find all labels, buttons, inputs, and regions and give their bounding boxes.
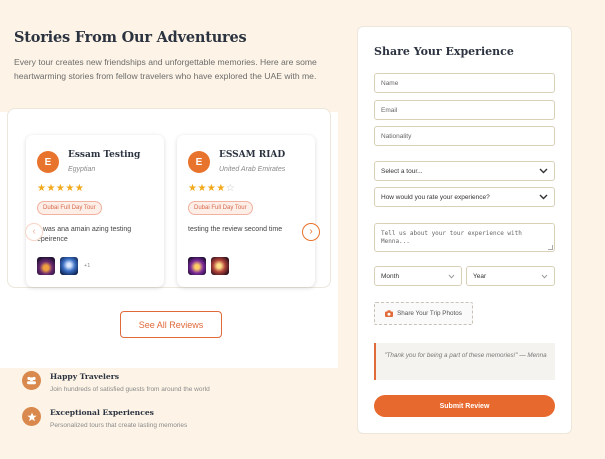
- group-icon: [22, 371, 41, 390]
- avatar: E: [37, 151, 59, 173]
- empty-star-icon: ☆: [225, 183, 236, 194]
- review-photo-thumbnail[interactable]: [211, 257, 229, 275]
- review-form: Share Your Experience Name Email Nationa…: [357, 26, 572, 434]
- review-text: It was ana amain azing testing epeirence: [37, 226, 132, 243]
- chevron-right-icon: ›: [309, 226, 313, 237]
- email-field[interactable]: Email: [374, 100, 555, 120]
- carousel-prev-button[interactable]: ‹: [25, 223, 43, 241]
- more-photos-count[interactable]: +1: [84, 263, 90, 269]
- feature-title: Exceptional Experiences: [50, 408, 154, 417]
- rating-select-value: How would you rate your experience?: [381, 193, 490, 201]
- experience-placeholder: Tell us about your tour experience with …: [381, 230, 522, 245]
- reviews-carousel: E Essam Testing Egyptian ★★★★★ Dubai Ful…: [7, 108, 331, 288]
- upload-photos-button[interactable]: Share Your Trip Photos: [374, 302, 473, 325]
- tour-badge: Dubai Full Day Tour: [188, 201, 253, 215]
- review-photos: +1: [37, 257, 90, 275]
- stories-intro: Every tour creates new friendships and u…: [14, 57, 317, 81]
- email-placeholder: Email: [381, 106, 398, 114]
- reviewer-name: Essam Testing: [68, 150, 141, 160]
- tour-select-value: Select a tour...: [381, 167, 423, 175]
- resize-handle-icon[interactable]: [548, 245, 553, 250]
- review-card: E ESSAM RIAD United Arab Emirates ★★★★☆ …: [177, 135, 315, 287]
- experience-textarea[interactable]: Tell us about your tour experience with …: [374, 223, 555, 252]
- reviewer-origin: United Arab Emirates: [219, 166, 286, 173]
- submit-review-button[interactable]: Submit Review: [374, 395, 555, 417]
- name-placeholder: Name: [381, 79, 399, 87]
- chevron-down-icon: [539, 168, 548, 174]
- star-rating: ★★★★★: [37, 183, 84, 194]
- see-all-reviews-button[interactable]: See All Reviews: [120, 311, 222, 338]
- form-title: Share Your Experience: [374, 45, 514, 58]
- year-select[interactable]: Year: [466, 266, 555, 286]
- month-select-value: Month: [381, 272, 400, 280]
- chevron-left-icon: ‹: [32, 226, 36, 237]
- carousel-next-button[interactable]: ›: [302, 223, 320, 241]
- thank-you-quote: "Thank you for being a part of these mem…: [374, 343, 555, 380]
- month-select[interactable]: Month: [374, 266, 462, 286]
- feature-description: Personalized tours that create lasting m…: [50, 422, 188, 429]
- chevron-down-icon: [448, 274, 455, 279]
- star-icon: ★★★★★: [37, 183, 85, 194]
- feature-title: Happy Travelers: [50, 372, 120, 381]
- year-select-value: Year: [473, 272, 487, 280]
- review-photo-thumbnail[interactable]: [37, 257, 55, 275]
- reviewer-origin: Egyptian: [68, 166, 96, 173]
- star-icon: ★★★★: [188, 183, 226, 194]
- chevron-down-icon: [541, 274, 548, 279]
- stories-title: Stories From Our Adventures: [14, 29, 247, 46]
- reviewer-name: ESSAM RIAD: [219, 150, 286, 160]
- nationality-field[interactable]: Nationality: [374, 126, 555, 146]
- rating-select[interactable]: How would you rate your experience?: [374, 187, 555, 207]
- review-text: testing the review second time: [188, 226, 283, 233]
- chevron-down-icon: [539, 194, 548, 200]
- star-icon: [22, 407, 41, 426]
- review-card: E Essam Testing Egyptian ★★★★★ Dubai Ful…: [26, 135, 164, 287]
- avatar: E: [188, 151, 210, 173]
- tour-badge: Dubai Full Day Tour: [37, 201, 102, 215]
- feature-description: Join hundreds of satisfied guests from a…: [50, 386, 210, 393]
- nationality-placeholder: Nationality: [381, 132, 412, 140]
- review-photo-thumbnail[interactable]: [60, 257, 78, 275]
- review-photos: [188, 257, 229, 275]
- star-rating: ★★★★☆: [188, 183, 235, 194]
- tour-select[interactable]: Select a tour...: [374, 161, 555, 181]
- camera-icon: [385, 310, 394, 317]
- review-photo-thumbnail[interactable]: [188, 257, 206, 275]
- stories-section: Stories From Our Adventures Every tour c…: [0, 0, 338, 368]
- upload-label: Share Your Trip Photos: [397, 310, 462, 317]
- name-field[interactable]: Name: [374, 73, 555, 93]
